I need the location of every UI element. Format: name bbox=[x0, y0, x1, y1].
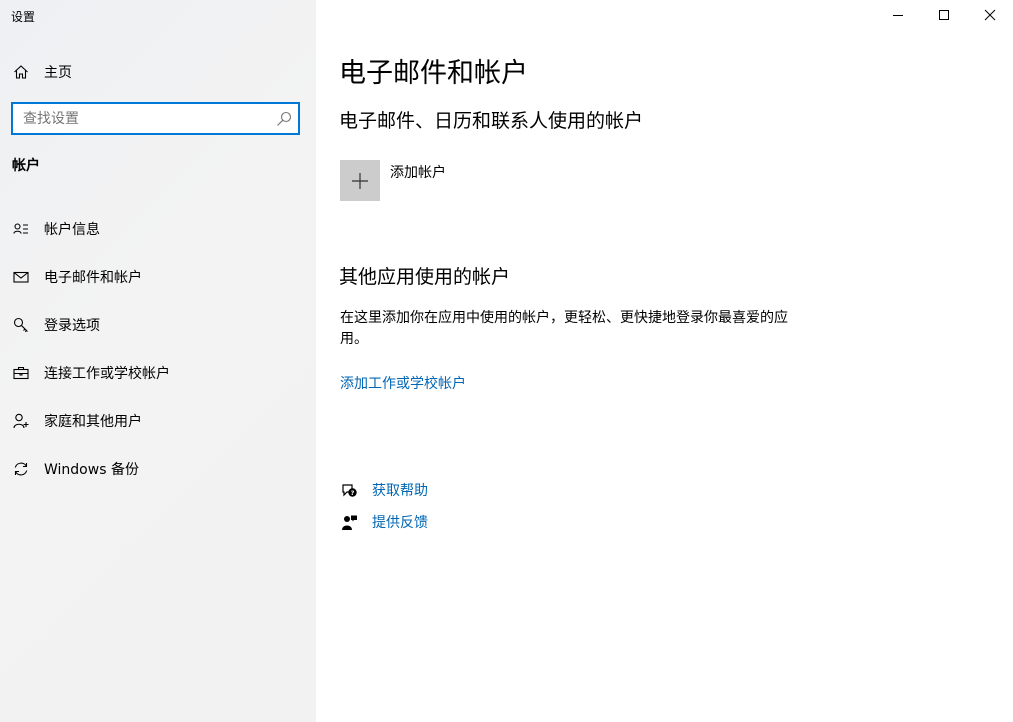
sidebar-item-label: 登录选项 bbox=[44, 318, 100, 334]
help-chat-icon: ? bbox=[340, 481, 358, 499]
sidebar-item-label: 家庭和其他用户 bbox=[44, 414, 142, 430]
add-account-label: 添加帐户 bbox=[390, 165, 446, 181]
maximize-button[interactable] bbox=[921, 0, 967, 30]
sidebar-item-windows-backup[interactable]: Windows 备份 bbox=[0, 445, 316, 493]
settings-window: 设置 主页 帐户 帐户信息 bbox=[0, 0, 1013, 722]
add-account-tile bbox=[340, 160, 380, 201]
sidebar-section-title: 帐户 bbox=[12, 158, 40, 174]
close-button[interactable] bbox=[967, 0, 1013, 30]
add-work-school-link[interactable]: 添加工作或学校帐户 bbox=[340, 373, 466, 393]
app-title: 设置 bbox=[11, 10, 36, 24]
sidebar-item-label: 帐户信息 bbox=[44, 222, 100, 238]
search-icon[interactable] bbox=[276, 111, 292, 127]
sidebar-item-label: 连接工作或学校帐户 bbox=[44, 366, 170, 382]
main-content: 电子邮件和帐户 电子邮件、日历和联系人使用的帐户 添加帐户 其他应用使用的帐户 … bbox=[316, 0, 1013, 722]
mail-icon bbox=[12, 268, 30, 286]
sidebar-item-work-school[interactable]: 连接工作或学校帐户 bbox=[0, 349, 316, 397]
page-title: 电子邮件和帐户 bbox=[339, 58, 528, 89]
nav-home[interactable]: 主页 bbox=[0, 54, 316, 90]
give-feedback-link[interactable]: 提供反馈 bbox=[340, 510, 428, 534]
sync-icon bbox=[12, 460, 30, 478]
sidebar-nav: 帐户信息 电子邮件和帐户 登录选项 连接工作或学校帐户 家庭和其他用户 Wind… bbox=[0, 205, 316, 493]
plus-icon bbox=[352, 172, 368, 189]
nav-home-label: 主页 bbox=[44, 65, 72, 81]
other-section-description: 在这里添加你在应用中使用的帐户，更轻松、更快捷地登录你最喜爱的应用。 bbox=[340, 310, 788, 347]
get-help-link[interactable]: ? 获取帮助 bbox=[340, 478, 428, 502]
home-icon bbox=[12, 63, 30, 81]
sidebar-item-family-users[interactable]: 家庭和其他用户 bbox=[0, 397, 316, 445]
sidebar: 设置 主页 帐户 帐户信息 bbox=[0, 0, 316, 722]
svg-text:?: ? bbox=[350, 489, 354, 497]
maximize-icon bbox=[939, 10, 949, 20]
give-feedback-label: 提供反馈 bbox=[372, 515, 428, 531]
close-icon bbox=[984, 9, 996, 21]
sidebar-item-label: 电子邮件和帐户 bbox=[44, 270, 142, 286]
minimize-button[interactable] bbox=[875, 0, 921, 30]
email-section-title: 电子邮件、日历和联系人使用的帐户 bbox=[339, 110, 644, 132]
add-account-button[interactable]: 添加帐户 bbox=[340, 160, 446, 201]
minimize-icon bbox=[893, 15, 903, 16]
key-icon bbox=[12, 316, 30, 334]
sidebar-item-label: Windows 备份 bbox=[44, 462, 139, 478]
sidebar-item-sign-in-options[interactable]: 登录选项 bbox=[0, 301, 316, 349]
other-section-title: 其他应用使用的帐户 bbox=[339, 266, 511, 288]
person-add-icon bbox=[12, 412, 30, 430]
person-card-icon bbox=[12, 220, 30, 238]
feedback-icon bbox=[340, 513, 358, 531]
search-box bbox=[11, 102, 300, 135]
sidebar-item-email-accounts[interactable]: 电子邮件和帐户 bbox=[0, 253, 316, 301]
search-input[interactable] bbox=[13, 104, 265, 133]
window-controls bbox=[875, 0, 1013, 30]
get-help-label: 获取帮助 bbox=[372, 483, 428, 499]
briefcase-icon bbox=[12, 364, 30, 382]
sidebar-item-account-info[interactable]: 帐户信息 bbox=[0, 205, 316, 253]
